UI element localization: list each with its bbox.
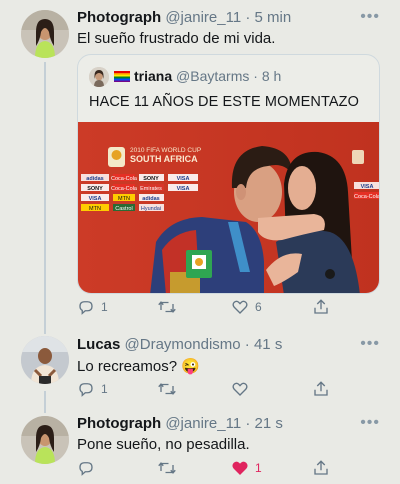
like-button[interactable]: 6 [231, 298, 262, 316]
reply-button[interactable]: 1 [77, 380, 108, 398]
like-count: 6 [255, 300, 262, 314]
reply-count: 1 [101, 382, 108, 396]
rainbow-flag-icon [114, 71, 130, 82]
tweet-text-body: Lo recreamos? [77, 358, 178, 375]
retweet-button[interactable] [157, 459, 177, 477]
share-icon [314, 381, 328, 396]
separator: · [253, 68, 258, 84]
svg-text:Emirates: Emirates [140, 186, 162, 192]
display-name[interactable]: Photograph [77, 9, 161, 26]
quoted-handle[interactable]: @Baytarms [176, 68, 249, 84]
quoted-display-name[interactable]: triana [134, 68, 172, 84]
like-icon [232, 382, 248, 396]
share-button[interactable] [312, 298, 330, 316]
like-count: 1 [255, 461, 262, 475]
avatar[interactable] [21, 336, 69, 384]
separator: · [245, 415, 251, 432]
tweet-header: Photograph @janire_11 · 21 s [77, 415, 283, 432]
retweet-button[interactable] [157, 298, 183, 316]
avatar[interactable] [21, 10, 69, 58]
quoted-avatar[interactable] [89, 67, 109, 87]
user-handle[interactable]: @janire_11 [165, 415, 241, 432]
tweet-header: Lucas @Draymondismo · 41 s [77, 336, 282, 353]
user-handle[interactable]: @Draymondismo [125, 336, 241, 353]
svg-text:Hyundai: Hyundai [141, 206, 161, 212]
share-button[interactable] [312, 380, 330, 398]
tweet-actions: 1 6 [77, 298, 333, 318]
quoted-timestamp: 8 h [261, 68, 282, 84]
tweet-photograph-reply[interactable]: Photograph @janire_11 · 21 s ••• Pone su… [0, 408, 400, 484]
reply-icon [79, 462, 93, 476]
reply-button[interactable] [77, 459, 95, 477]
like-button[interactable] [231, 380, 249, 398]
reply-count: 1 [101, 300, 108, 314]
svg-text:SONY: SONY [143, 176, 159, 182]
display-name[interactable]: Lucas [77, 336, 120, 353]
more-icon[interactable]: ••• [360, 414, 380, 432]
svg-text:VISA: VISA [177, 186, 190, 192]
tweet-photograph-main[interactable]: Photograph @janire_11 · 5 min ••• El sue… [0, 0, 400, 330]
like-icon [232, 300, 248, 314]
svg-text:MTN: MTN [89, 206, 101, 212]
retweet-icon [158, 301, 176, 313]
tweet-actions: 1 [77, 380, 333, 400]
tweet-header: Photograph @janire_11 · 5 min [77, 9, 291, 26]
svg-text:VISA: VISA [361, 184, 374, 190]
svg-text:VISA: VISA [89, 196, 102, 202]
reply-button[interactable]: 1 [77, 298, 108, 316]
event-line-2: SOUTH AFRICA [130, 154, 198, 164]
svg-text:adidas: adidas [86, 176, 103, 182]
winking-tongue-emoji: 😜 [181, 358, 200, 375]
timestamp[interactable]: 41 s [254, 336, 282, 353]
display-name[interactable]: Photograph [77, 415, 161, 432]
svg-text:Coca-Cola: Coca-Cola [111, 176, 138, 182]
separator: · [245, 9, 251, 26]
like-icon [232, 461, 248, 475]
tweet-text: Lo recreamos? 😜 [77, 357, 200, 375]
quoted-tweet[interactable]: triana @Baytarms · 8 h HACE 11 AÑOS DE E… [77, 54, 380, 294]
tweet-text: El sueño frustrado de mi vida. [77, 30, 276, 47]
retweet-icon [158, 383, 176, 395]
separator: · [244, 336, 250, 353]
svg-text:VISA: VISA [177, 176, 190, 182]
retweet-icon [158, 462, 176, 474]
more-icon[interactable]: ••• [360, 8, 380, 26]
svg-text:Coca-Cola: Coca-Cola [354, 194, 380, 200]
timestamp[interactable]: 21 s [255, 415, 283, 432]
more-icon[interactable]: ••• [360, 335, 380, 353]
svg-text:SONY: SONY [87, 186, 103, 192]
quoted-header: triana @Baytarms · 8 h [114, 68, 281, 84]
like-button[interactable]: 1 [231, 459, 262, 477]
avatar[interactable] [21, 416, 69, 464]
quoted-text: HACE 11 AÑOS DE ESTE MOMENTAZO [89, 94, 359, 110]
retweet-button[interactable] [157, 380, 177, 398]
svg-text:adidas: adidas [142, 196, 159, 202]
tweet-lucas-reply[interactable]: Lucas @Draymondismo · 41 s ••• Lo recrea… [0, 330, 400, 408]
quoted-photo[interactable]: 2010 FIFA WORLD CUP SOUTH AFRICA adidas … [78, 122, 380, 293]
event-line-1: 2010 FIFA WORLD CUP [130, 147, 201, 154]
timestamp[interactable]: 5 min [255, 9, 292, 26]
reply-icon [79, 383, 93, 397]
share-icon [314, 460, 328, 475]
share-button[interactable] [312, 459, 330, 477]
svg-text:Coca-Cola: Coca-Cola [111, 186, 138, 192]
tweet-actions: 1 [77, 459, 333, 479]
svg-text:MTN: MTN [118, 196, 130, 202]
reply-icon [79, 301, 93, 315]
user-handle[interactable]: @janire_11 [165, 9, 241, 26]
svg-text:Castrol: Castrol [115, 206, 132, 212]
tweet-text: Pone sueño, no pesadilla. [77, 436, 250, 453]
share-icon [314, 299, 328, 314]
